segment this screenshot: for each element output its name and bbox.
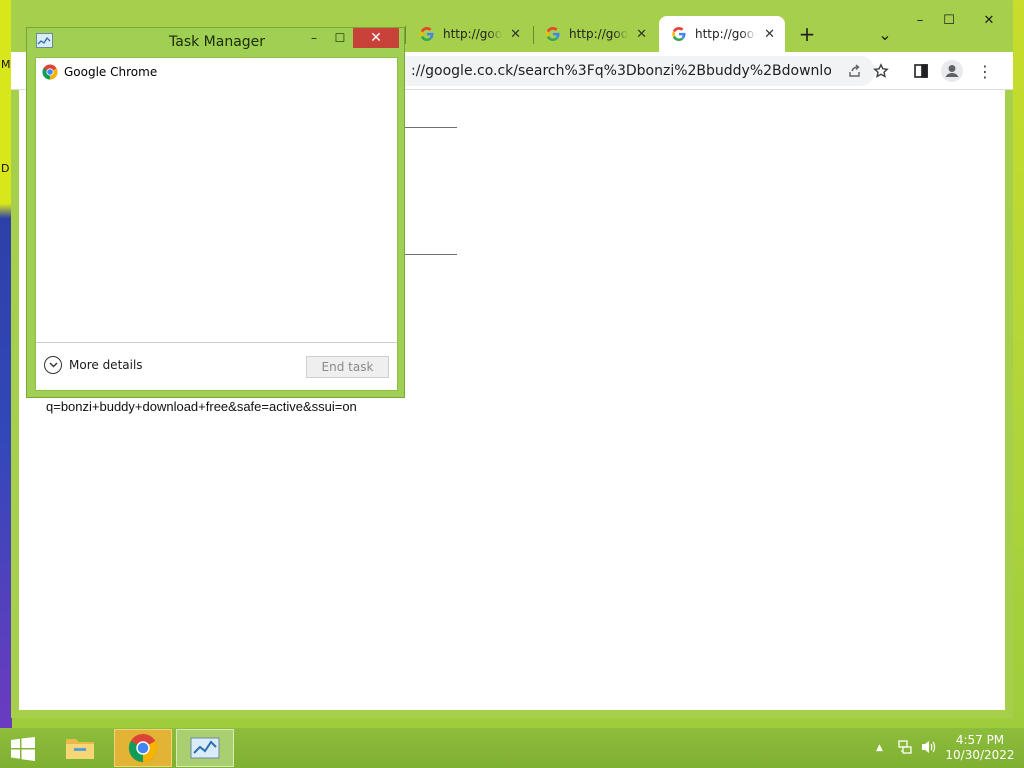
start-button[interactable]: [8, 737, 38, 761]
chrome-icon: [128, 733, 158, 763]
share-icon[interactable]: [843, 59, 867, 83]
window-title: Task Manager: [169, 34, 266, 50]
tab-3-active[interactable]: http://goog ✕: [659, 16, 785, 52]
more-details-button[interactable]: More details: [44, 356, 143, 374]
close-window-button[interactable]: ✕: [353, 28, 399, 48]
task-manager-icon: [36, 33, 53, 51]
task-manager-window: Task Manager – ☐ ✕ Google Chrome More de…: [26, 27, 405, 398]
minimize-button[interactable]: –: [904, 6, 936, 34]
tab-title: http://goog: [443, 27, 503, 41]
end-task-button[interactable]: End task: [306, 356, 389, 378]
tab-title: http://goog: [569, 27, 629, 41]
process-name: Google Chrome: [64, 65, 158, 79]
maximize-button[interactable]: ☐: [933, 6, 965, 34]
chrome-icon: [42, 64, 58, 80]
taskbar-google-chrome[interactable]: [114, 729, 172, 767]
system-clock[interactable]: 4:57 PM 10/30/2022: [940, 733, 1020, 763]
task-manager-footer: More details End task: [36, 342, 397, 390]
google-g-icon: [420, 27, 434, 41]
address-url[interactable]: ://google.co.ck/search%3Fq%3Dbonzi%2Bbud…: [411, 63, 831, 79]
show-hidden-icons-button[interactable]: ▲: [876, 743, 883, 753]
divider: [403, 254, 457, 255]
chrome-menu-icon[interactable]: ⋮: [973, 59, 997, 83]
side-panel-icon[interactable]: [909, 59, 933, 83]
tab-title: http://goog: [695, 27, 757, 41]
desktop-icon-fragment[interactable]: D: [1, 162, 9, 175]
more-details-label: More details: [69, 358, 143, 372]
google-g-icon: [672, 27, 686, 41]
close-window-button[interactable]: ✕: [971, 6, 1007, 34]
close-icon[interactable]: ✕: [636, 27, 647, 42]
query-string-text: q=bonzi+buddy+download+free&safe=active&…: [46, 399, 357, 414]
google-g-icon: [546, 27, 560, 41]
process-list: Google Chrome More details End task: [35, 57, 398, 391]
address-bar[interactable]: ://google.co.ck/search%3Fq%3Dbonzi%2Bbud…: [391, 56, 875, 86]
taskbar-file-explorer[interactable]: [51, 729, 109, 767]
profile-avatar-icon[interactable]: [940, 59, 964, 83]
chevron-down-icon: [44, 356, 62, 374]
windows-logo-icon: [11, 737, 35, 761]
new-tab-button[interactable]: +: [795, 22, 819, 46]
close-icon[interactable]: ✕: [764, 27, 775, 42]
folder-icon: [66, 739, 94, 759]
volume-icon[interactable]: [920, 739, 938, 758]
process-row[interactable]: Google Chrome: [42, 64, 157, 80]
task-manager-icon: [190, 737, 220, 759]
clock-date: 10/30/2022: [945, 748, 1015, 762]
close-icon[interactable]: ✕: [510, 27, 521, 42]
desktop-icon-fragment[interactable]: M: [1, 58, 11, 71]
network-icon[interactable]: [897, 739, 913, 758]
taskbar-task-manager[interactable]: [176, 729, 234, 767]
maximize-button[interactable]: ☐: [329, 28, 351, 48]
tab-2[interactable]: http://goog ✕: [533, 16, 657, 52]
taskbar: ▲ 4:57 PM 10/30/2022: [0, 728, 1024, 768]
divider: [403, 127, 457, 128]
clock-time: 4:57 PM: [955, 733, 1005, 747]
tab-search-button[interactable]: ⌄: [873, 22, 897, 46]
bookmark-star-icon[interactable]: [869, 59, 893, 83]
minimize-button[interactable]: –: [303, 28, 325, 48]
tab-1[interactable]: http://goog ✕: [407, 16, 531, 52]
tab-separator: [405, 26, 406, 44]
